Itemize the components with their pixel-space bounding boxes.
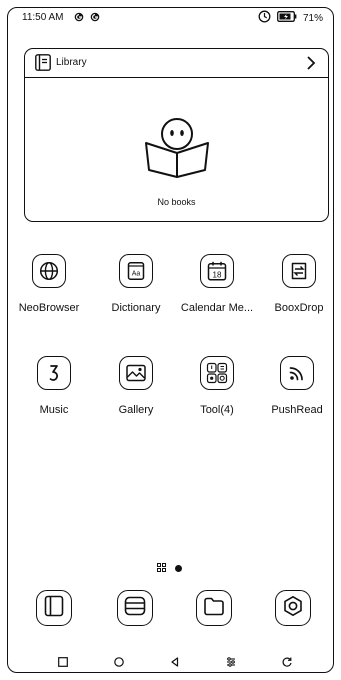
dock-notes-button[interactable] — [117, 590, 153, 626]
app-dictionary[interactable]: Aa Dictionary — [94, 254, 178, 314]
library-header[interactable]: Library — [25, 49, 328, 78]
battery-percentage: 71% — [302, 12, 323, 24]
library-icon — [35, 54, 51, 76]
empty-library-message: No books — [157, 197, 196, 207]
globe-icon — [32, 254, 66, 288]
tools-folder-icon — [200, 356, 234, 390]
library-widget[interactable]: Library No books — [24, 48, 329, 222]
active-page-dot[interactable] — [175, 564, 182, 572]
app-label: Music — [39, 404, 69, 416]
dictionary-icon: Aa — [119, 254, 153, 288]
app-label: Calendar Me... — [180, 302, 254, 314]
recent-apps-icon[interactable] — [56, 655, 70, 669]
gallery-icon — [119, 356, 153, 390]
calendar-icon: 18 — [200, 254, 234, 288]
adjust-icon[interactable] — [224, 655, 238, 669]
app-label: NeoBrowser — [18, 302, 80, 314]
back-icon[interactable] — [168, 655, 182, 669]
library-title: Library — [56, 57, 87, 68]
rss-icon — [280, 356, 314, 390]
chevron-right-icon[interactable] — [306, 55, 316, 76]
app-booxdrop[interactable]: BooxDrop — [257, 254, 341, 314]
home-icon[interactable] — [112, 655, 126, 669]
dock-settings-button[interactable] — [275, 590, 311, 626]
app-label: BooxDrop — [274, 302, 324, 314]
app-label: PushRead — [271, 404, 323, 416]
reading-person-icon — [139, 113, 215, 184]
calendar-date: 18 — [213, 271, 222, 280]
status-time: 11:50 AM — [22, 12, 64, 23]
music-note-icon — [37, 356, 71, 390]
notes-icon — [124, 596, 146, 621]
app-drawer-icon[interactable] — [157, 559, 166, 577]
app-label: Gallery — [118, 404, 154, 416]
svg-text:Aa: Aa — [132, 270, 141, 277]
battery-icon — [277, 11, 297, 25]
frontlight-icon[interactable] — [258, 10, 271, 26]
app-label: Dictionary — [111, 302, 161, 314]
app-pushread[interactable]: PushRead — [255, 356, 339, 416]
app-calendar-memo[interactable]: 18 Calendar Me... — [175, 254, 259, 314]
settings-icon — [282, 595, 304, 622]
app-label: Tool(4) — [200, 404, 234, 416]
app-neobrowser[interactable]: NeoBrowser — [7, 254, 91, 314]
folder-icon — [203, 596, 225, 621]
dock-library-button[interactable] — [36, 590, 72, 626]
app-music[interactable]: Music — [12, 356, 96, 416]
dock-storage-button[interactable] — [196, 590, 232, 626]
app-gallery[interactable]: Gallery — [94, 356, 178, 416]
notification-icon — [90, 12, 100, 22]
app-tools-folder[interactable]: Tool(4) — [175, 356, 259, 416]
refresh-icon[interactable] — [280, 655, 294, 669]
status-bar: 11:50 AM 71% — [22, 10, 323, 28]
notification-icon — [74, 12, 84, 22]
page-indicator — [157, 559, 182, 577]
transfer-icon — [282, 254, 316, 288]
library-icon — [44, 595, 64, 622]
